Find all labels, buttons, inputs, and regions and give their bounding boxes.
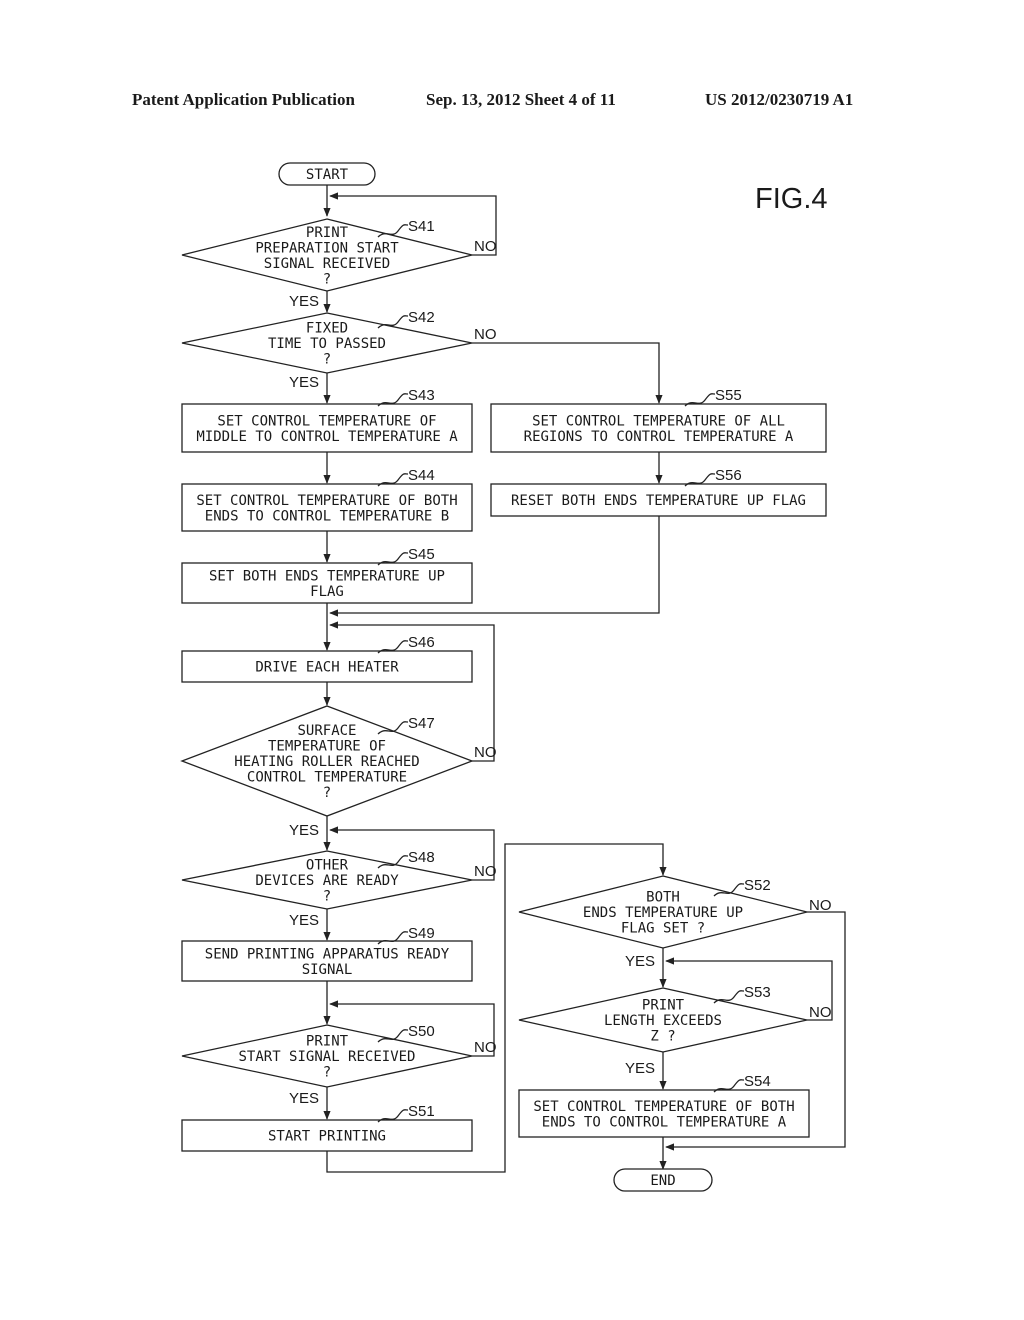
no-label: NO bbox=[474, 744, 497, 761]
step-text-s41: PREPARATION START bbox=[255, 240, 399, 256]
step-text-s44: ENDS TO CONTROL TEMPERATURE B bbox=[205, 508, 449, 524]
step-text-s42: FIXED bbox=[306, 321, 348, 337]
no-label: NO bbox=[809, 897, 832, 914]
yes-label: YES bbox=[289, 293, 319, 310]
step-text-s48: DEVICES ARE READY bbox=[255, 873, 399, 889]
step-text-s47: TEMPERATURE OF bbox=[268, 739, 386, 755]
step-text-s54: ENDS TO CONTROL TEMPERATURE A bbox=[542, 1114, 787, 1130]
step-tag-s42: S42 bbox=[408, 309, 435, 326]
step-text-s53: LENGTH EXCEEDS bbox=[604, 1013, 722, 1029]
step-text-s47: ? bbox=[323, 785, 331, 801]
step-text-s55: SET CONTROL TEMPERATURE OF ALL bbox=[532, 413, 785, 429]
yes-label: YES bbox=[289, 374, 319, 391]
step-text-s52: ENDS TEMPERATURE UP bbox=[583, 905, 743, 921]
step-text-s52: FLAG SET ? bbox=[621, 921, 705, 937]
flowchart: STARTENDPRINTPREPARATION STARTSIGNAL REC… bbox=[180, 162, 846, 1192]
step-text-s46: DRIVE EACH HEATER bbox=[255, 660, 399, 676]
step-tag-s53: S53 bbox=[744, 984, 771, 1001]
no-label: NO bbox=[809, 1004, 832, 1021]
step-text-s53: Z ? bbox=[650, 1029, 675, 1045]
step-tag-s51: S51 bbox=[408, 1103, 435, 1120]
no-label: NO bbox=[474, 238, 497, 255]
step-tag-s56: S56 bbox=[715, 467, 742, 484]
step-tag-s52: S52 bbox=[744, 877, 771, 894]
step-text-s47: CONTROL TEMPERATURE bbox=[247, 770, 407, 786]
yes-label: YES bbox=[289, 822, 319, 839]
step-text-s45: SET BOTH ENDS TEMPERATURE UP bbox=[209, 568, 445, 584]
step-tag-s44: S44 bbox=[408, 467, 435, 484]
step-text-s48: OTHER bbox=[306, 858, 349, 874]
step-text-s56: RESET BOTH ENDS TEMPERATURE UP FLAG bbox=[511, 493, 806, 509]
step-text-s50: ? bbox=[323, 1065, 331, 1081]
step-text-s50: START SIGNAL RECEIVED bbox=[238, 1049, 415, 1065]
step-text-s45: FLAG bbox=[310, 584, 344, 600]
start-terminal-label: START bbox=[306, 167, 349, 183]
yes-label: YES bbox=[289, 912, 319, 929]
step-text-s41: SIGNAL RECEIVED bbox=[264, 256, 390, 272]
flow-arrow bbox=[472, 342, 663, 404]
step-text-s47: SURFACE bbox=[297, 723, 356, 739]
step-text-s52: BOTH bbox=[646, 890, 680, 906]
step-text-s49: SIGNAL bbox=[302, 962, 353, 978]
step-tag-s48: S48 bbox=[408, 849, 435, 866]
step-text-s53: PRINT bbox=[642, 998, 685, 1014]
step-tag-s47: S47 bbox=[408, 715, 435, 732]
step-tag-s45: S45 bbox=[408, 546, 435, 563]
step-tag-s50: S50 bbox=[408, 1023, 435, 1040]
step-text-s43: MIDDLE TO CONTROL TEMPERATURE A bbox=[196, 429, 458, 445]
no-label: NO bbox=[474, 326, 497, 343]
yes-label: YES bbox=[625, 1060, 655, 1077]
step-tag-s41: S41 bbox=[408, 218, 435, 235]
step-tag-s43: S43 bbox=[408, 387, 435, 404]
yes-label: YES bbox=[625, 953, 655, 970]
step-text-s51: START PRINTING bbox=[268, 1129, 386, 1145]
no-label: NO bbox=[474, 863, 497, 880]
step-text-s50: PRINT bbox=[306, 1034, 349, 1050]
step-tag-s54: S54 bbox=[744, 1073, 771, 1090]
step-text-s47: HEATING ROLLER REACHED bbox=[234, 754, 419, 770]
step-text-s54: SET CONTROL TEMPERATURE OF BOTH bbox=[533, 1099, 794, 1115]
step-tag-s55: S55 bbox=[715, 387, 742, 404]
yes-label: YES bbox=[289, 1090, 319, 1107]
step-text-s43: SET CONTROL TEMPERATURE OF bbox=[217, 413, 436, 429]
step-text-s41: ? bbox=[323, 271, 331, 287]
step-text-s49: SEND PRINTING APPARATUS READY bbox=[205, 946, 450, 962]
no-label: NO bbox=[474, 1039, 497, 1056]
step-text-s48: ? bbox=[323, 889, 331, 905]
step-text-s42: ? bbox=[323, 352, 331, 368]
step-text-s42: TIME TO PASSED bbox=[268, 336, 386, 352]
step-tag-s49: S49 bbox=[408, 925, 435, 942]
end-terminal-label: END bbox=[650, 1173, 675, 1189]
step-text-s55: REGIONS TO CONTROL TEMPERATURE A bbox=[524, 429, 794, 445]
step-text-s44: SET CONTROL TEMPERATURE OF BOTH bbox=[196, 493, 457, 509]
step-text-s41: PRINT bbox=[306, 225, 349, 241]
step-tag-s46: S46 bbox=[408, 634, 435, 651]
